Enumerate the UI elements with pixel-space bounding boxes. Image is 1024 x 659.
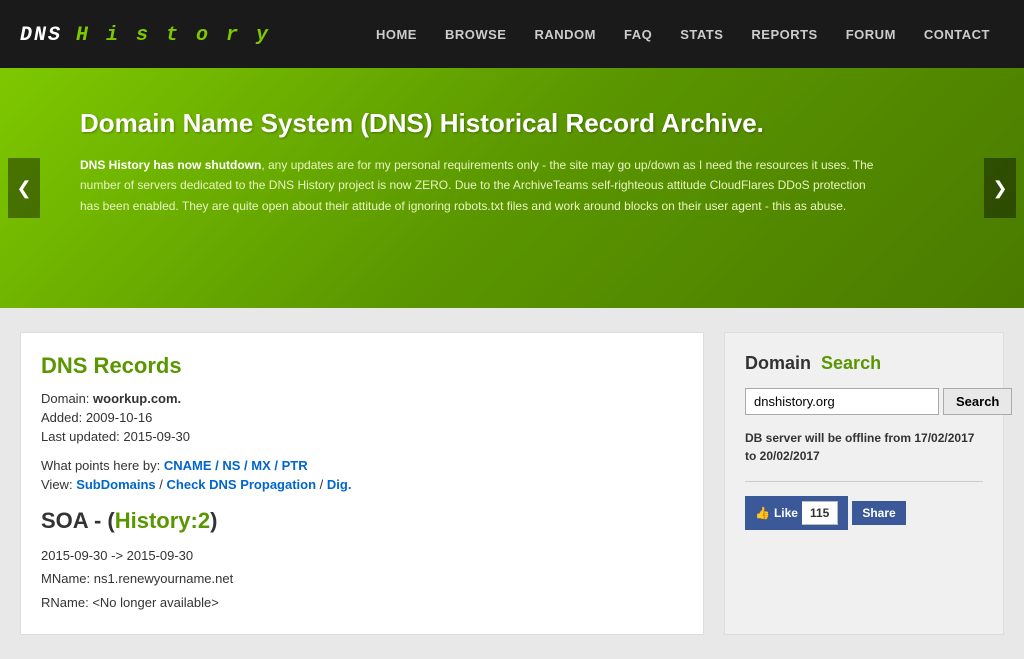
fb-like-button[interactable]: 👍 Like 115 bbox=[745, 496, 848, 530]
nav-faq[interactable]: FAQ bbox=[610, 17, 666, 52]
updated-value: 2015-09-30 bbox=[123, 429, 190, 444]
left-panel: DNS Records Domain: woorkup.com. Added: … bbox=[20, 332, 704, 635]
nav-stats[interactable]: STATS bbox=[666, 17, 737, 52]
nav-random[interactable]: RANDOM bbox=[520, 17, 610, 52]
view-propagation-link[interactable]: Check DNS Propagation bbox=[167, 477, 317, 492]
search-row: Search bbox=[745, 388, 983, 415]
soa-title: SOA - (History:2) bbox=[41, 508, 683, 534]
db-notice: DB server will be offline from 17/02/201… bbox=[745, 429, 983, 465]
mname-value: ns1.renewyourname.net bbox=[94, 571, 233, 586]
search-button[interactable]: Search bbox=[943, 388, 1012, 415]
points-line: What points here by: CNAME / NS / MX / P… bbox=[41, 458, 683, 473]
rname-value: <No longer available> bbox=[92, 595, 218, 610]
view-label: View: bbox=[41, 477, 73, 492]
points-links[interactable]: CNAME / NS / MX / PTR bbox=[164, 458, 308, 473]
mname-label: MName: bbox=[41, 571, 90, 586]
soa-records: 2015-09-30 -> 2015-09-30 MName: ns1.rene… bbox=[41, 544, 683, 614]
domain-value: woorkup.com. bbox=[93, 391, 181, 406]
added-value: 2009-10-16 bbox=[86, 410, 153, 425]
hero-title: Domain Name System (DNS) Historical Reco… bbox=[80, 108, 944, 139]
domain-label: Domain: bbox=[41, 391, 89, 406]
nav-reports[interactable]: REPORTS bbox=[737, 17, 831, 52]
nav-browse[interactable]: BROWSE bbox=[431, 17, 521, 52]
added-line: Added: 2009-10-16 bbox=[41, 410, 683, 425]
points-label: What points here by: bbox=[41, 458, 160, 473]
main-content: DNS Records Domain: woorkup.com. Added: … bbox=[0, 308, 1024, 659]
carousel-prev-button[interactable]: ❮ bbox=[8, 158, 40, 218]
nav-forum[interactable]: FORUM bbox=[832, 17, 910, 52]
title-search: Search bbox=[821, 353, 881, 373]
soa-history-link[interactable]: History:2 bbox=[115, 508, 210, 533]
soa-rname: RName: <No longer available> bbox=[41, 591, 683, 614]
hero-text: DNS History has now shutdown, any update… bbox=[80, 155, 880, 216]
soa-prefix: SOA - bbox=[41, 508, 107, 533]
view-subdomains-link[interactable]: SubDomains bbox=[76, 477, 155, 492]
divider bbox=[745, 481, 983, 482]
logo: DNS H i s t o r y bbox=[20, 22, 362, 47]
hero-banner: ❮ Domain Name System (DNS) Historical Re… bbox=[0, 68, 1024, 308]
dns-records-title: DNS Records bbox=[41, 353, 683, 379]
added-label: Added: bbox=[41, 410, 82, 425]
view-dig-link[interactable]: Dig. bbox=[327, 477, 352, 492]
updated-line: Last updated: 2015-09-30 bbox=[41, 429, 683, 444]
search-input[interactable] bbox=[745, 388, 939, 415]
soa-mname: MName: ns1.renewyourname.net bbox=[41, 567, 683, 590]
fb-like-count: 115 bbox=[802, 501, 838, 525]
fb-like-box: 👍 Like 115 Share bbox=[745, 496, 983, 530]
updated-label: Last updated: bbox=[41, 429, 120, 444]
right-panel: Domain Search Search DB server will be o… bbox=[724, 332, 1004, 635]
fb-thumbs-icon: 👍 bbox=[755, 506, 770, 520]
fb-share-button[interactable]: Share bbox=[852, 501, 905, 525]
hero-text-bold: DNS History has now shutdown bbox=[80, 158, 261, 172]
carousel-next-button[interactable]: ❯ bbox=[984, 158, 1016, 218]
nav-contact[interactable]: CONTACT bbox=[910, 17, 1004, 52]
title-domain: Domain bbox=[745, 353, 811, 373]
view-line: View: SubDomains / Check DNS Propagation… bbox=[41, 477, 683, 492]
fb-like-label: Like bbox=[774, 506, 798, 520]
nav-home[interactable]: HOME bbox=[362, 17, 431, 52]
domain-search-title: Domain Search bbox=[745, 353, 983, 374]
header: DNS H i s t o r y HOME BROWSE RANDOM FAQ… bbox=[0, 0, 1024, 68]
nav: HOME BROWSE RANDOM FAQ STATS REPORTS FOR… bbox=[362, 17, 1004, 52]
soa-date-range: 2015-09-30 -> 2015-09-30 bbox=[41, 544, 683, 567]
rname-label: RName: bbox=[41, 595, 89, 610]
domain-line: Domain: woorkup.com. bbox=[41, 391, 683, 406]
